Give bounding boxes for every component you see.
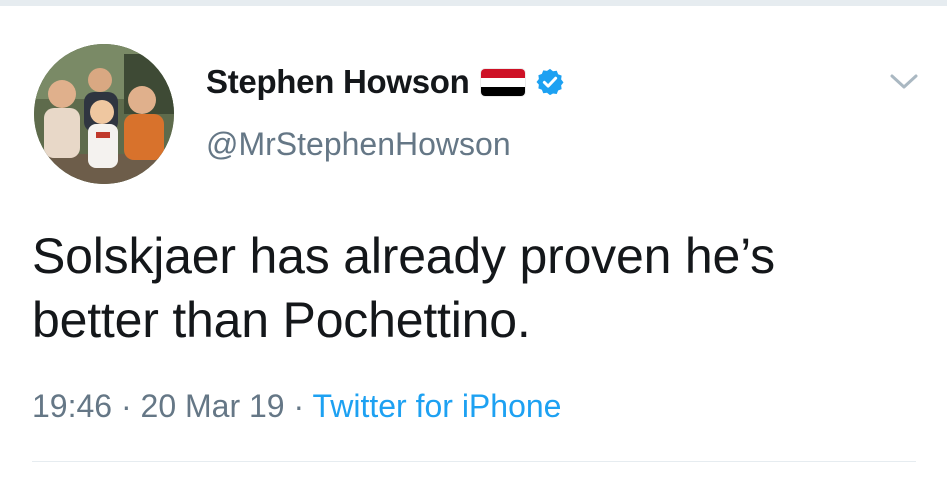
tweet-meta: 19:46 · 20 Mar 19 · Twitter for iPhone [32, 388, 561, 425]
tweet-time[interactable]: 19:46 [32, 388, 112, 424]
meta-separator: · [284, 388, 313, 424]
verified-badge-icon [536, 68, 564, 96]
display-name[interactable]: Stephen Howson [206, 63, 470, 101]
tweet-card: Stephen Howson @MrStephenHowson Solskjae… [0, 6, 947, 479]
tweet-source-link[interactable]: Twitter for iPhone [312, 388, 561, 424]
chevron-down-icon[interactable] [886, 70, 922, 94]
yemen-flag-icon [481, 68, 526, 96]
avatar-photo [34, 44, 174, 184]
tweet-text: Solskjaer has already proven he’s better… [32, 224, 912, 352]
meta-separator: · [112, 388, 141, 424]
avatar[interactable] [34, 44, 174, 184]
tweet-text-line-2: better than Pochettino. [32, 292, 531, 348]
user-info: Stephen Howson @MrStephenHowson [206, 62, 565, 163]
name-row: Stephen Howson [206, 62, 565, 102]
tweet-date[interactable]: 20 Mar 19 [141, 388, 285, 424]
tweet-text-line-1: Solskjaer has already proven he’s [32, 228, 775, 284]
user-handle[interactable]: @MrStephenHowson [206, 126, 565, 163]
bottom-divider [32, 461, 916, 462]
